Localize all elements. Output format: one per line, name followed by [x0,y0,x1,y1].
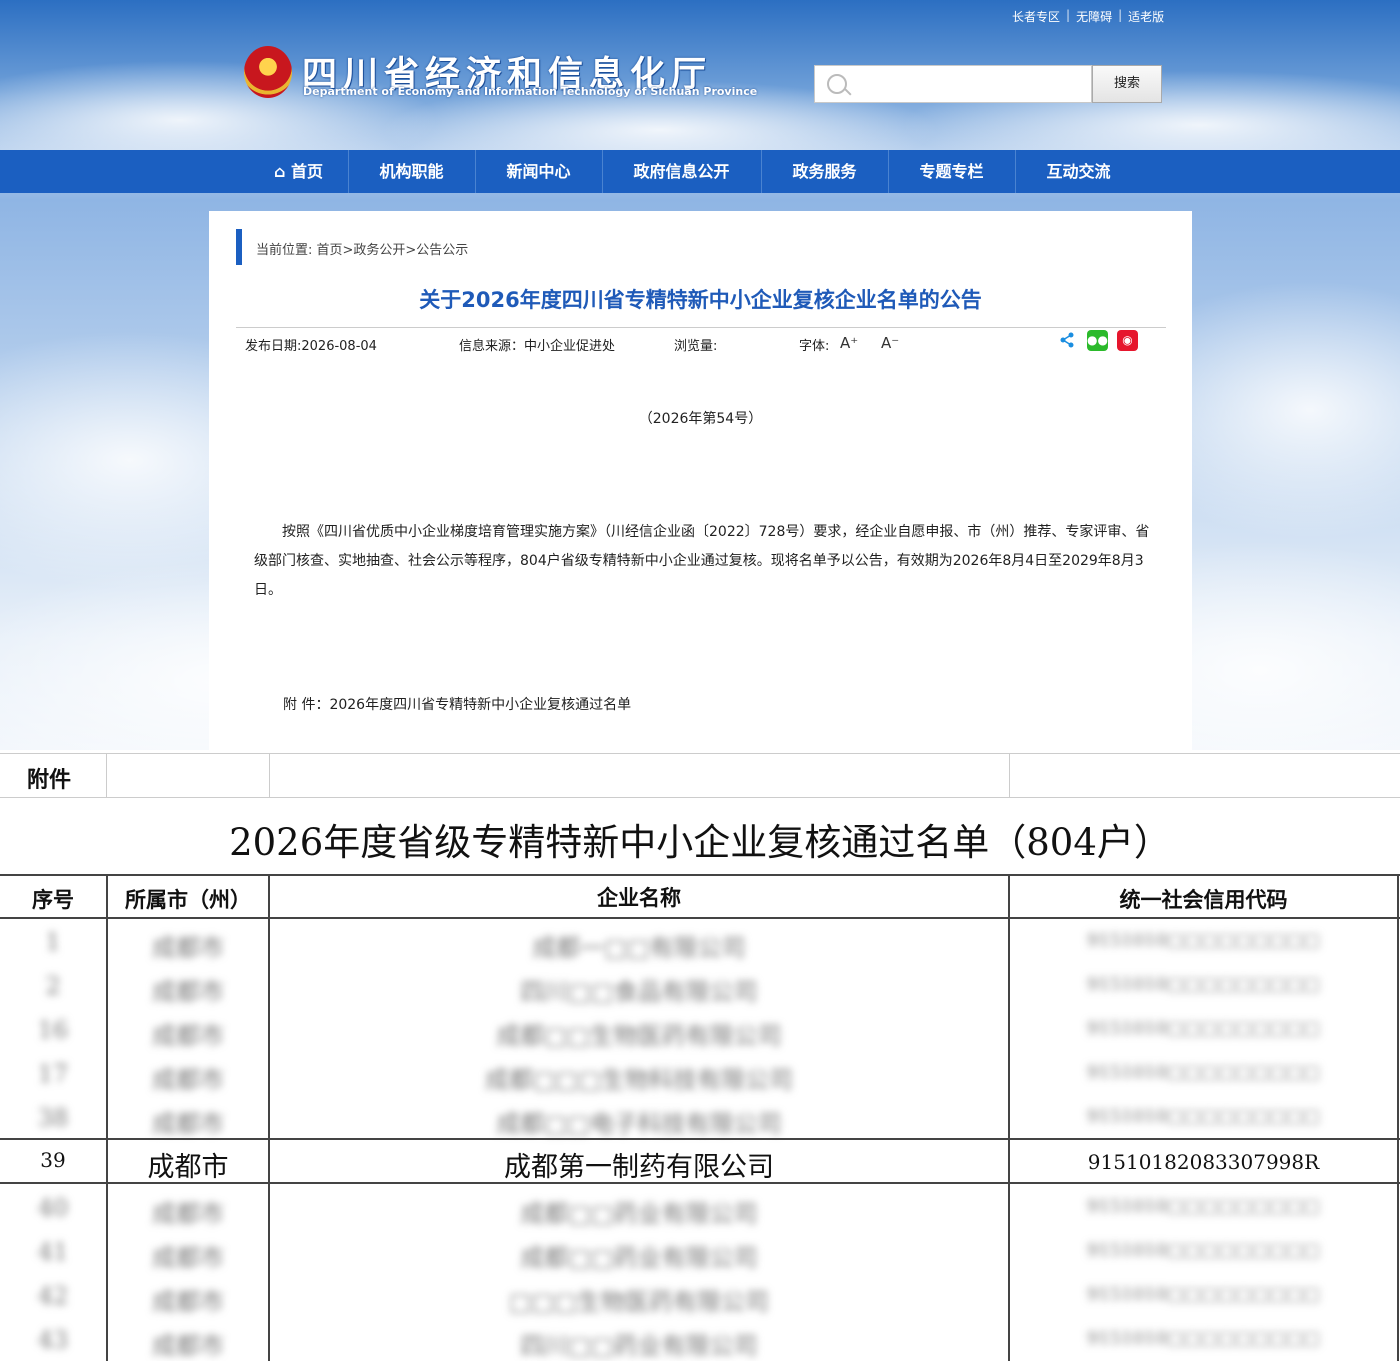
col-header-seq: 序号 [32,888,74,912]
highlight-row-city: 成都市 [147,1152,229,1183]
table-cell: 9151010□□□□□□□□□ [1086,1062,1321,1083]
document-number: （2026年第54号） [638,411,763,427]
table-cell: 16 [37,1016,69,1044]
weibo-share-icon[interactable]: ◉ [1117,330,1138,351]
share-icon[interactable] [1059,332,1075,348]
accessibility-link[interactable]: 无障碍 [1076,8,1112,25]
table-cell: 9151010□□□□□□□□□ [1086,1196,1321,1217]
highlight-row-seq: 39 [40,1148,66,1172]
search-icon [827,74,847,94]
table-cell: 42 [37,1282,69,1310]
search-box [814,65,1092,103]
table-cell: 成都市 [152,1332,224,1360]
table-line [0,753,1400,754]
nav-services[interactable]: 政务服务 [762,150,887,193]
nav-topics[interactable]: 专题专栏 [889,150,1014,193]
table-cell: □□□生物医药有限公司 [508,1288,770,1316]
table-line [1009,753,1010,797]
nav-interaction[interactable]: 互动交流 [1016,150,1141,193]
table-cell: 9151010□□□□□□□□□ [1086,974,1321,995]
search-input[interactable] [859,68,1089,102]
table-cell: 成都市 [152,1288,224,1316]
nav-home[interactable]: ⌂ 首页 [250,150,347,193]
table-cell: 9151010□□□□□□□□□ [1086,1106,1321,1127]
table-line [0,874,1400,876]
elder-version-link[interactable]: 适老版 [1128,8,1164,25]
table-cell: 9151010□□□□□□□□□ [1086,1240,1321,1261]
table-cell: 9151010□□□□□□□□□ [1086,930,1321,951]
info-source: 信息来源：中小企业促进处 [459,339,616,354]
table-cell: 2 [45,972,61,1000]
table-cell: 成都市 [152,978,224,1006]
article-title: 关于2026年度四川省专精特新中小企业复核企业名单的公告 [419,288,982,312]
table-cell: 成都□□电子科技有限公司 [496,1110,782,1138]
table-cell: 成都市 [152,1110,224,1138]
highlight-row-company: 成都第一制药有限公司 [504,1152,774,1183]
nav-news[interactable]: 新闻中心 [476,150,601,193]
nav-gov-info[interactable]: 政府信息公开 [603,150,760,193]
nav-home-label: 首页 [291,162,324,181]
col-header-company: 企业名称 [597,886,681,910]
table-cell: 成都□□药业有限公司 [520,1244,758,1272]
table-cell: 17 [37,1060,69,1088]
separator: | [1066,8,1071,22]
table-cell: 41 [37,1238,69,1266]
table-line [0,1138,1400,1140]
table-cell: 成都市 [152,1066,224,1094]
table-line [0,797,1400,798]
table-cell: 四川□□药业有限公司 [520,1332,758,1360]
table-cell: 成都市 [152,1244,224,1272]
font-decrease-button[interactable]: A⁻ [881,334,899,352]
table-cell: 四川□□食品有限公司 [520,978,758,1006]
highlight-row-credit-code: 91510182083307998R [1087,1150,1320,1174]
table-line [0,917,1400,919]
attachment-link[interactable]: 附 件：2026年度四川省专精特新中小企业复核通过名单 [283,694,631,714]
view-count: 浏览量: [674,339,718,354]
attachment-label: 附件 [27,768,72,793]
site-title-en: Department of Economy and Information Te… [303,85,758,98]
col-header-city: 所属市（州） [125,888,251,912]
national-emblem-icon [244,46,292,98]
nav-org[interactable]: 机构职能 [349,150,474,193]
table-cell: 9151010□□□□□□□□□ [1086,1018,1321,1039]
table-cell: 1 [45,928,61,956]
table-title: 2026年度省级专精特新中小企业复核通过名单（804户） [229,821,1171,864]
table-cell: 9151010□□□□□□□□□ [1086,1328,1321,1349]
table-line [1397,874,1399,1361]
article-body: 按照《四川省优质中小企业梯度培育管理实施方案》（川经信企业函〔2022〕728号… [254,524,1150,598]
search-button[interactable]: 搜索 [1092,65,1162,103]
font-increase-button[interactable]: A⁺ [840,334,858,352]
table-cell: 38 [37,1104,69,1132]
table-cell: 成都□□药业有限公司 [520,1200,758,1228]
table-cell: 成都市 [152,1022,224,1050]
col-header-credit-code: 统一社会信用代码 [1119,888,1288,912]
table-line [269,753,270,797]
table-cell: 成都□□□生物科技有限公司 [484,1066,794,1094]
table-cell: 43 [37,1326,69,1354]
divider [236,327,1166,328]
utility-links: 长者专区 | 无障碍 | 适老版 [1012,8,1164,25]
breadcrumb-marker [236,229,242,265]
table-cell: 9151010□□□□□□□□□ [1086,1284,1321,1305]
table-cell: 40 [37,1194,69,1222]
breadcrumb[interactable]: 当前位置: 首页>政务公开>公告公示 [256,239,468,258]
font-size-label: 字体: [799,339,830,354]
elder-zone-link[interactable]: 长者专区 [1012,8,1060,25]
main-nav: ⌂ 首页 机构职能 新闻中心 政府信息公开 政务服务 专题专栏 互动交流 [0,150,1400,193]
wechat-share-icon[interactable]: ●● [1087,330,1108,351]
home-icon: ⌂ [273,162,286,181]
table-line [106,753,107,797]
table-cell: 成都□□生物医药有限公司 [496,1022,782,1050]
table-cell: 成都市 [152,934,224,962]
table-cell: 成都一□□有限公司 [532,934,746,962]
publish-date: 发布日期:2026-08-04 [245,339,377,354]
separator: | [1118,8,1123,22]
table-cell: 成都市 [152,1200,224,1228]
